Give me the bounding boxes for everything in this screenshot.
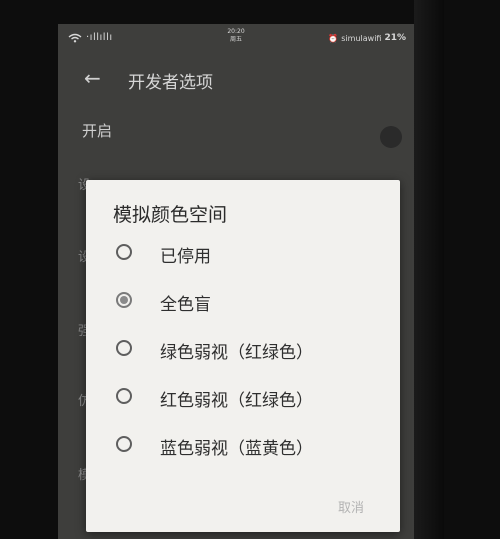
phone-bezel (414, 0, 444, 539)
network-name: simulawifi (341, 33, 382, 43)
option-label: 绿色弱视（红绿色） (160, 343, 313, 363)
option-tritanomaly[interactable]: 蓝色弱视（蓝黄色） (86, 424, 400, 468)
signal-strength: ·ıllıllı (86, 32, 113, 43)
status-time: 20:20 (227, 28, 245, 35)
status-bar: ·ıllıllı 20:20 周五 ⏰ simulawifi 21% (58, 24, 414, 52)
option-monochromacy[interactable]: 全色盲 (86, 280, 400, 324)
status-weekday: 周五 (229, 36, 242, 43)
option-label: 红色弱视（红绿色） (160, 391, 313, 411)
app-bar: ← 开发者选项 (58, 60, 414, 104)
option-protanomaly[interactable]: 红色弱视（红绿色） (86, 376, 400, 420)
radio-button[interactable] (116, 244, 132, 260)
status-right: ⏰ simulawifi 21% (328, 33, 406, 43)
option-label: 已停用 (160, 247, 211, 267)
option-deuteranomaly[interactable]: 绿色弱视（红绿色） (86, 328, 400, 372)
developer-options-enable-label: 开启 (82, 122, 113, 140)
option-disabled[interactable]: 已停用 (86, 232, 400, 276)
radio-button[interactable] (116, 340, 132, 356)
alarm-icon: ⏰ (328, 33, 339, 43)
radio-button-selected[interactable] (116, 292, 132, 308)
color-space-dialog: 模拟颜色空间 已停用 全色盲 绿色弱视（红绿色） 红色弱视（红绿色） 蓝色弱视（… (86, 180, 400, 532)
developer-options-toggle[interactable] (380, 126, 402, 148)
radio-button[interactable] (116, 436, 132, 452)
status-left: ·ıllıllı (68, 32, 113, 43)
option-label: 全色盲 (160, 295, 211, 315)
option-label: 蓝色弱视（蓝黄色） (160, 439, 313, 459)
status-clock: 20:20 周五 (218, 28, 254, 44)
cancel-button[interactable]: 取消 (338, 497, 364, 516)
wifi-icon (68, 33, 82, 43)
back-arrow-icon[interactable]: ← (84, 66, 101, 90)
dialog-title: 模拟颜色空间 (113, 204, 228, 226)
radio-button[interactable] (116, 388, 132, 404)
battery-percent: 21% (384, 33, 406, 43)
page-title: 开发者选项 (128, 73, 213, 93)
